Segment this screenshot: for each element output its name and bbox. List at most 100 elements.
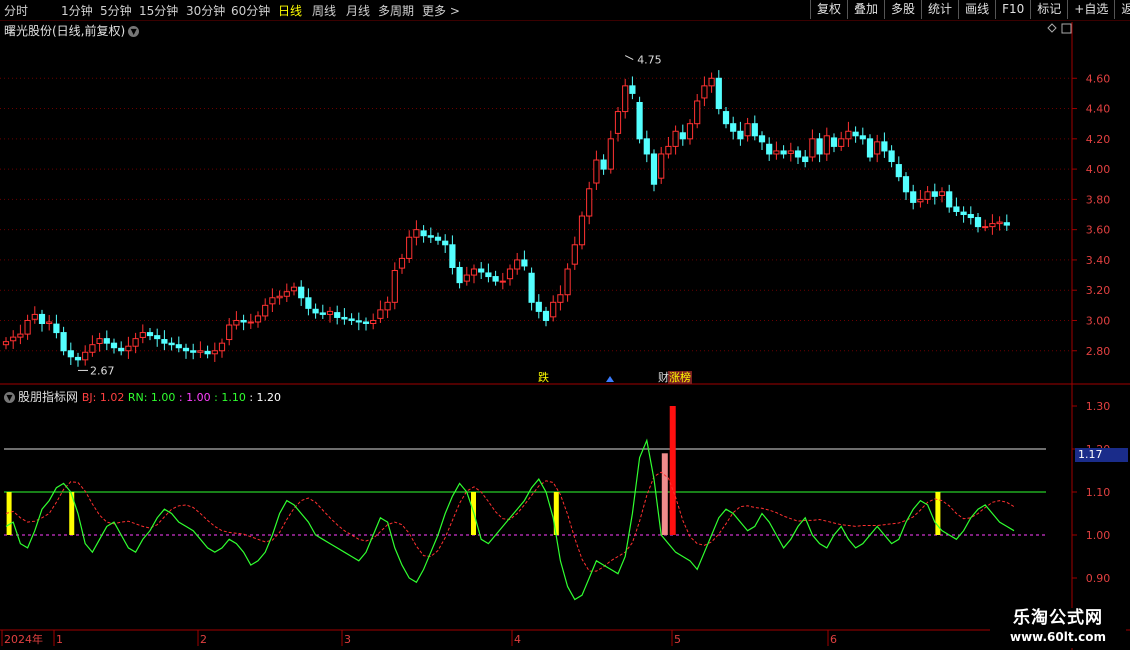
candle-body: [816, 138, 823, 155]
candle-body: [485, 272, 492, 278]
candle-body: [2, 341, 10, 346]
candle-body: [31, 313, 38, 320]
candle-body: [262, 304, 269, 317]
candle-body: [434, 236, 442, 241]
candle-body: [622, 85, 629, 113]
candle-body: [989, 223, 996, 228]
candle-body: [60, 332, 67, 352]
high-pointer: [624, 55, 634, 61]
candle-body: [787, 150, 794, 154]
candle-body: [67, 350, 74, 358]
candle-body: [377, 309, 384, 319]
candle-body: [341, 316, 348, 320]
candle-body: [74, 356, 82, 361]
candle-body: [607, 138, 614, 170]
candle-body: [492, 276, 499, 282]
marker-finance[interactable]: 财: [658, 370, 669, 384]
candle-body: [24, 319, 31, 335]
candle-body: [226, 324, 233, 341]
candle-body: [672, 130, 679, 147]
candle-body: [852, 131, 859, 137]
pink-bar: [661, 453, 668, 535]
candle-body: [182, 347, 190, 352]
candle-body: [190, 350, 197, 353]
candle-body: [802, 156, 809, 163]
time-label: 3: [344, 633, 351, 646]
candle-body: [636, 101, 643, 140]
candle-body: [758, 135, 766, 143]
indicator-param-2: : 1.00: [175, 391, 211, 404]
y-tick-label: 3.00: [1086, 314, 1111, 327]
candle-body: [859, 135, 866, 140]
candle-body: [10, 336, 17, 342]
candle-body: [571, 244, 578, 265]
candle-body: [946, 191, 953, 208]
candle-body: [204, 350, 211, 355]
candle-body: [154, 335, 161, 340]
candle-body: [766, 143, 773, 155]
candle-body: [809, 138, 816, 158]
candle-body: [312, 308, 319, 314]
candle-body: [888, 150, 895, 163]
y-tick-label: 4.20: [1086, 133, 1111, 146]
candle-body: [470, 268, 478, 276]
time-label: 2024年: [4, 632, 43, 646]
chevron-down-icon[interactable]: ▼: [4, 392, 15, 403]
y-tick-label: 3.40: [1086, 254, 1111, 267]
candle-body: [514, 259, 521, 270]
candle-body: [110, 342, 118, 349]
diamond-icon[interactable]: [1047, 23, 1057, 33]
candle-body: [593, 159, 600, 184]
candle-body: [17, 333, 24, 338]
candle-body: [686, 123, 694, 140]
triangle-icon[interactable]: [606, 376, 614, 382]
indicator-param-1: RN: 1.00: [124, 391, 176, 404]
candle-body: [578, 215, 586, 246]
candle-body: [730, 123, 737, 132]
marker-drop[interactable]: 跌: [538, 370, 549, 384]
indicator-param-0: BJ: 1.02: [81, 391, 125, 404]
y-tick-label: 3.20: [1086, 284, 1111, 297]
candle-body: [679, 132, 686, 140]
candle-body: [355, 320, 362, 323]
candle-body: [298, 286, 305, 299]
candle-body: [701, 85, 708, 99]
candle-body: [1003, 222, 1010, 226]
candle-body: [830, 137, 838, 147]
indicator-param-3: : 1.10: [210, 391, 246, 404]
candle-body: [103, 338, 110, 344]
candle-body: [521, 259, 528, 267]
candle-body: [53, 323, 60, 334]
time-label: 4: [514, 633, 521, 646]
candle-body: [276, 295, 283, 299]
candle-body: [362, 321, 370, 325]
candle-body: [463, 274, 470, 282]
ind-y-tick-label: 1.00: [1086, 529, 1111, 542]
candle-body: [427, 235, 434, 238]
y-tick-label: 3.60: [1086, 224, 1111, 237]
candle-body: [938, 191, 946, 196]
candle-body: [233, 319, 240, 326]
candle-body: [982, 226, 989, 229]
maximize-icon[interactable]: [1061, 23, 1072, 34]
candle-body: [139, 332, 146, 338]
candle-body: [420, 230, 427, 237]
candle-body: [132, 338, 139, 347]
candle-body: [254, 315, 262, 323]
time-label: 2: [200, 633, 207, 646]
candle-body: [694, 100, 701, 125]
candle-body: [838, 138, 845, 147]
candle-body: [910, 191, 917, 203]
marker-rise-list[interactable]: 涨榜: [669, 370, 691, 384]
candle-body: [924, 191, 931, 200]
indicator-title[interactable]: ▼ 股朋指标网 BJ: 1.02 RN: 1.00 : 1.00 : 1.10 :…: [4, 388, 281, 405]
candle-body: [391, 270, 398, 303]
y-tick-label: 4.40: [1086, 103, 1111, 116]
kline-chart: 4.60 4.40 4.20 4.00 3.80 3.60 3.40 3.20 3.00 2.80…: [0, 22, 1130, 650]
watermark-line1: 乐淘公式网: [1013, 608, 1103, 628]
candle-body: [290, 286, 298, 292]
candle-body: [398, 257, 406, 269]
candle-body: [665, 145, 672, 155]
candle-body: [499, 280, 506, 283]
candle-body: [218, 342, 226, 352]
